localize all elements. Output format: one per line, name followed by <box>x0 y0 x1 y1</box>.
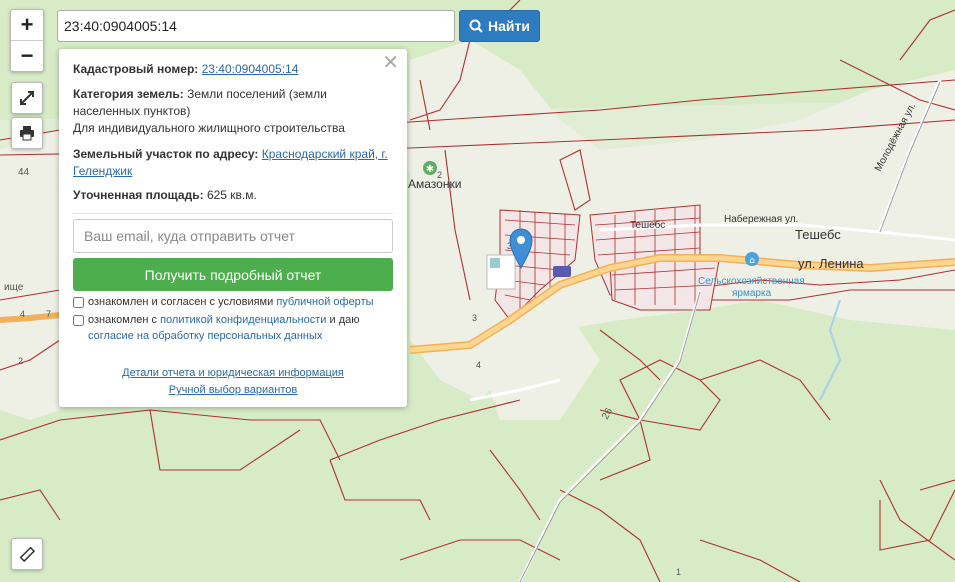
cadastral-label: Кадастровый номер: <box>73 62 199 76</box>
label-1: 1 <box>676 567 681 577</box>
manual-selection-link[interactable]: Ручной выбор вариантов <box>169 384 297 396</box>
details-row: Детали отчета и юридическая информация <box>59 367 407 379</box>
label-2a: 2 <box>18 356 23 366</box>
privacy-consent-text: ознакомлен с политикой конфиденциальност… <box>88 312 388 344</box>
label-lenina: ул. Ленина <box>798 256 864 271</box>
details-link[interactable]: Детали отчета и юридическая информация <box>122 367 344 379</box>
offer-consent-text: ознакомлен и согласен с условиями публич… <box>88 294 388 310</box>
printer-icon <box>20 126 34 141</box>
label-fair-line1: Сельскохозяйственная <box>698 276 805 287</box>
label-tyeshebs-small: Тешебс <box>630 219 665 231</box>
privacy-consent-label-a: ознакомлен с <box>88 314 158 326</box>
divider <box>73 213 393 214</box>
zoom-in-button[interactable]: + <box>11 10 43 40</box>
label-7: 7 <box>46 309 51 319</box>
privacy-consent-label-b: и даю <box>329 314 360 326</box>
offer-consent-checkbox[interactable] <box>73 297 84 308</box>
ruler-button[interactable] <box>11 538 43 570</box>
label-44: 44 <box>18 167 30 178</box>
zoom-out-button[interactable]: − <box>11 40 43 71</box>
area-value: 625 кв.м. <box>206 188 257 202</box>
broken-image-thumb <box>490 258 500 268</box>
find-button[interactable]: Найти <box>459 10 540 42</box>
privacy-consent-checkbox[interactable] <box>73 315 84 326</box>
label-2b: 2 <box>437 170 442 180</box>
email-field[interactable] <box>73 219 393 253</box>
category-label: Категория земель: <box>73 87 184 101</box>
road-shield-icon <box>553 266 571 277</box>
address-row: Земельный участок по адресу: Краснодарск… <box>73 146 389 180</box>
label-ische: ище <box>4 282 24 293</box>
label-3a: 3 <box>472 313 477 323</box>
fullscreen-button[interactable] <box>11 82 43 114</box>
location-pin-dot <box>517 236 525 244</box>
search-icon <box>469 19 483 33</box>
label-4a: 4 <box>20 309 25 319</box>
cadastral-number-link[interactable]: 23:40:0904005:14 <box>202 62 299 76</box>
manual-row: Ручной выбор вариантов <box>59 384 407 396</box>
parcel-info-card: ✕ Кадастровый номер: 23:40:0904005:14 Ка… <box>59 49 407 407</box>
label-fair-line2: ярмарка <box>732 288 772 299</box>
privacy-policy-link[interactable]: политикой конфиденциальности <box>160 314 326 326</box>
expand-icon <box>20 91 34 105</box>
label-amazonki: Амазонки <box>408 177 461 191</box>
park-glyph: ✱ <box>426 164 434 175</box>
cadastral-row: Кадастровый номер: 23:40:0904005:14 <box>73 61 389 78</box>
category-row: Категория земель: Земли поселений (земли… <box>73 86 389 137</box>
label-tyeshebs: Тешебс <box>795 227 841 242</box>
label-4b: 4 <box>476 360 481 370</box>
offer-consent-label: ознакомлен и согласен с условиями <box>88 296 274 308</box>
find-button-label: Найти <box>488 18 530 34</box>
market-glyph: ⌂ <box>749 256 755 266</box>
category-use: Для индивидуального жилищного строительс… <box>73 121 345 135</box>
area-label: Уточненная площадь: <box>73 188 204 202</box>
search-input[interactable] <box>57 10 455 42</box>
personal-data-consent-link[interactable]: согласие на обработку персональных данны… <box>88 330 322 342</box>
zoom-control: + − <box>10 9 44 72</box>
print-button[interactable] <box>11 117 43 149</box>
address-label: Земельный участок по адресу: <box>73 147 259 161</box>
label-naberezhnaya: Набережная ул. <box>724 213 798 225</box>
area-row: Уточненная площадь: 625 кв.м. <box>73 187 389 204</box>
ruler-icon <box>19 546 35 562</box>
public-offer-link[interactable]: публичной оферты <box>276 296 373 308</box>
get-report-button[interactable]: Получить подробный отчет <box>73 258 393 291</box>
